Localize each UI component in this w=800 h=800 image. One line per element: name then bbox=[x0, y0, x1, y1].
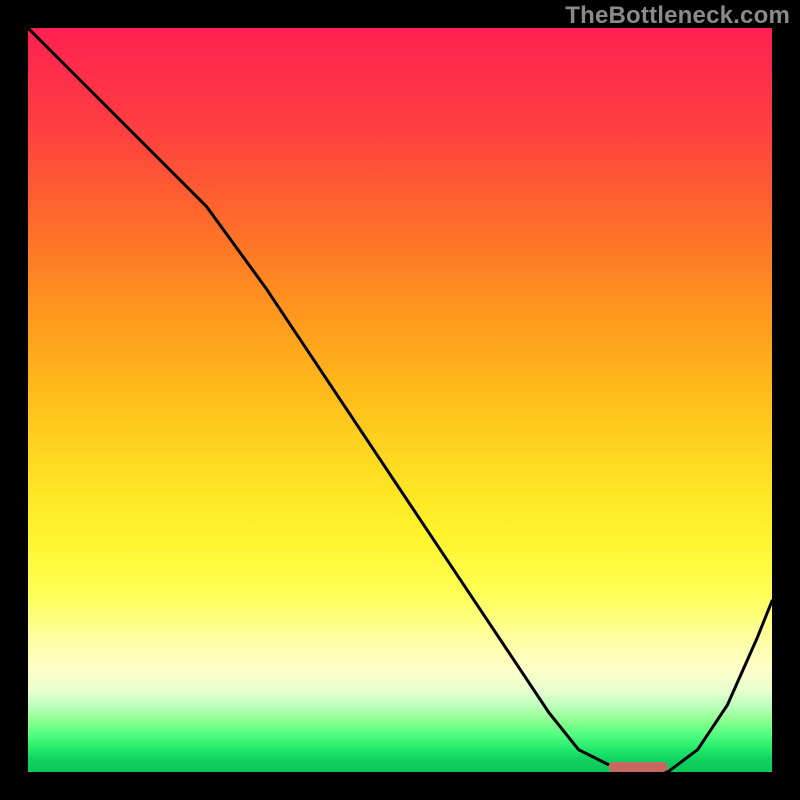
optimal-range-marker bbox=[608, 762, 668, 772]
watermark-text: TheBottleneck.com bbox=[565, 2, 790, 30]
curve-layer bbox=[28, 28, 772, 772]
plot-area bbox=[28, 28, 772, 772]
bottleneck-chart: TheBottleneck.com bbox=[0, 0, 800, 800]
bottleneck-curve-line bbox=[28, 28, 772, 772]
